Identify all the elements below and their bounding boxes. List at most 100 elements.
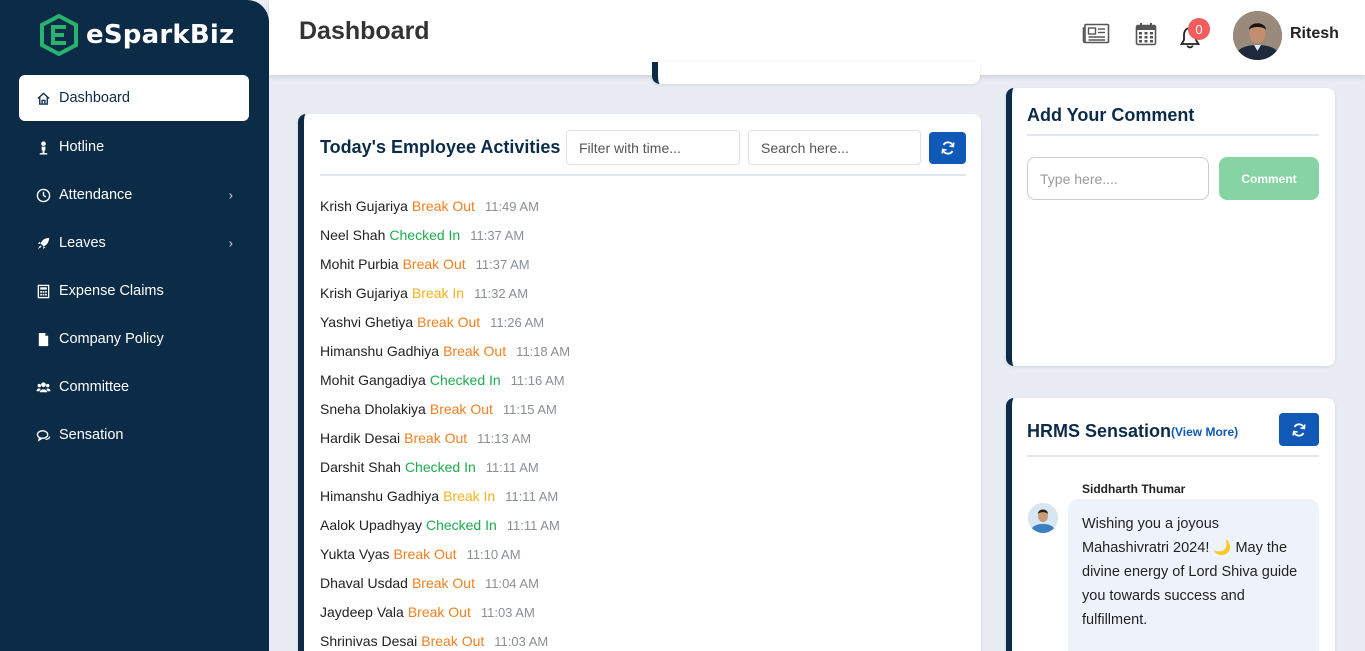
page-title: Dashboard bbox=[299, 17, 430, 45]
activity-row: Sneha Dholakiya Break Out 11:15 AM bbox=[320, 401, 570, 430]
activity-status: Break Out bbox=[429, 401, 493, 417]
activity-time: 11:11 AM bbox=[506, 518, 560, 533]
activity-status: Break Out bbox=[421, 633, 485, 649]
comment-input[interactable] bbox=[1027, 157, 1209, 200]
divider bbox=[320, 174, 966, 176]
activity-time: 11:37 AM bbox=[470, 228, 525, 243]
activity-status: Break Out bbox=[393, 546, 457, 562]
rocket-icon bbox=[35, 235, 51, 251]
comments-icon bbox=[35, 427, 51, 443]
activity-row: Himanshu Gadhiya Break Out 11:18 AM bbox=[320, 343, 570, 372]
sidebar-item-attendance[interactable]: Attendance › bbox=[19, 171, 249, 219]
activity-status: Break Out bbox=[417, 314, 481, 330]
author-avatar bbox=[1028, 503, 1058, 533]
employee-activities-card: Today's Employee Activities Krish Gujari… bbox=[298, 114, 981, 651]
activity-status: Break Out bbox=[411, 575, 475, 591]
activity-time: 11:37 AM bbox=[475, 257, 530, 272]
employee-name: Shrinivas Desai bbox=[320, 633, 418, 649]
refresh-icon bbox=[940, 141, 955, 155]
employee-name: Darshit Shah bbox=[320, 459, 401, 475]
activity-status: Break Out bbox=[411, 198, 475, 214]
activity-row: Yashvi Ghetiya Break Out 11:26 AM bbox=[320, 314, 570, 343]
sidebar-item-label: Hotline bbox=[59, 139, 105, 155]
activity-time: 11:11 AM bbox=[505, 489, 559, 504]
activity-row: Shrinivas Desai Break Out 11:03 AM bbox=[320, 633, 570, 651]
calculator-icon bbox=[35, 283, 51, 299]
activity-time: 11:18 AM bbox=[516, 344, 571, 359]
add-comment-card: Add Your Comment Comment bbox=[1006, 88, 1335, 366]
activity-time: 11:32 AM bbox=[474, 286, 529, 301]
activity-row: Dhaval Usdad Break Out 11:04 AM bbox=[320, 575, 570, 604]
sidebar-item-label: Company Policy bbox=[59, 331, 164, 347]
sidebar-item-sensation[interactable]: Sensation bbox=[19, 411, 249, 459]
activity-status: Break Out bbox=[443, 343, 507, 359]
employee-name: Sneha Dholakiya bbox=[320, 401, 426, 417]
sidebar-item-label: Attendance bbox=[59, 187, 133, 203]
employee-name: Mohit Purbia bbox=[320, 256, 399, 272]
newspaper-icon[interactable] bbox=[1081, 20, 1111, 48]
activity-row: Mohit Gangadiya Checked In 11:16 AM bbox=[320, 372, 570, 401]
notification-badge: 0 bbox=[1188, 18, 1210, 40]
comment-button[interactable]: Comment bbox=[1219, 157, 1319, 200]
activities-refresh-button[interactable] bbox=[929, 132, 966, 164]
user-name[interactable]: Ritesh bbox=[1290, 25, 1339, 43]
divider bbox=[1027, 134, 1319, 136]
employee-name: Himanshu Gadhiya bbox=[320, 488, 440, 504]
post-text: Wishing you a joyous Mahashivratri 2024!… bbox=[1082, 516, 1298, 628]
sidebar-item-label: Expense Claims bbox=[59, 283, 164, 299]
activity-status: Break In bbox=[443, 488, 496, 504]
users-icon bbox=[35, 379, 51, 395]
user-avatar[interactable] bbox=[1233, 11, 1282, 60]
activity-status: Checked In bbox=[429, 372, 501, 388]
activity-status: Checked In bbox=[404, 459, 476, 475]
partial-card bbox=[652, 62, 980, 84]
divider bbox=[1027, 455, 1319, 457]
activity-status: Checked In bbox=[389, 227, 461, 243]
activities-search-input[interactable] bbox=[748, 130, 921, 165]
sidebar-item-company-policy[interactable]: Company Policy bbox=[19, 315, 249, 363]
employee-name: Jaydeep Vala bbox=[320, 604, 404, 620]
activities-list: Krish Gujariya Break Out 11:49 AM Neel Shah… bbox=[320, 198, 570, 651]
sidebar-item-dashboard[interactable]: Dashboard bbox=[19, 75, 249, 121]
brand-name: eSparkBiz bbox=[86, 20, 235, 50]
sensation-refresh-button[interactable] bbox=[1279, 413, 1319, 446]
employee-name: Hardik Desai bbox=[320, 430, 401, 446]
activity-time: 11:49 AM bbox=[484, 199, 539, 214]
activity-row: Darshit Shah Checked In 11:11 AM bbox=[320, 459, 570, 488]
sensation-title: HRMS Sensation bbox=[1027, 421, 1172, 441]
sidebar-nav: Dashboard Hotline Attendance › Leaves › bbox=[19, 75, 249, 459]
activity-row: Hardik Desai Break Out 11:13 AM bbox=[320, 430, 570, 459]
activity-row: Himanshu Gadhiya Break In 11:11 AM bbox=[320, 488, 570, 517]
activity-row: Yukta Vyas Break Out 11:10 AM bbox=[320, 546, 570, 575]
activity-time: 11:03 AM bbox=[494, 634, 549, 649]
comment-title: Add Your Comment bbox=[1027, 105, 1195, 125]
employee-name: Dhaval Usdad bbox=[320, 575, 408, 591]
sidebar: eSparkBiz Dashboard Hotline Attendance › bbox=[0, 0, 269, 651]
employee-name: Krish Gujariya bbox=[320, 198, 408, 214]
sidebar-item-expense-claims[interactable]: Expense Claims bbox=[19, 267, 249, 315]
time-filter-input[interactable] bbox=[566, 130, 740, 165]
employee-name: Yashvi Ghetiya bbox=[320, 314, 414, 330]
sidebar-item-hotline[interactable]: Hotline bbox=[19, 123, 249, 171]
activity-status: Break Out bbox=[402, 256, 466, 272]
clock-icon bbox=[35, 187, 51, 203]
calendar-icon[interactable] bbox=[1131, 20, 1161, 48]
activity-time: 11:26 AM bbox=[490, 315, 545, 330]
sidebar-item-committee[interactable]: Committee bbox=[19, 363, 249, 411]
home-icon bbox=[35, 90, 51, 106]
activity-time: 11:11 AM bbox=[485, 460, 539, 475]
sidebar-item-label: Sensation bbox=[59, 427, 124, 443]
activity-row: Jaydeep Vala Break Out 11:03 AM bbox=[320, 604, 570, 633]
activity-status: Break In bbox=[411, 285, 465, 301]
activity-time: 11:13 AM bbox=[477, 431, 532, 446]
file-icon bbox=[35, 331, 51, 347]
brand-logo[interactable]: eSparkBiz bbox=[40, 14, 234, 56]
activity-time: 11:03 AM bbox=[480, 605, 535, 620]
view-more-link[interactable]: (View More) bbox=[1171, 425, 1238, 439]
employee-name: Aalok Upadhyay bbox=[320, 517, 422, 533]
refresh-icon bbox=[1292, 422, 1306, 437]
sidebar-item-leaves[interactable]: Leaves › bbox=[19, 219, 249, 267]
activity-row: Mohit Purbia Break Out 11:37 AM bbox=[320, 256, 570, 285]
sidebar-item-label: Dashboard bbox=[59, 90, 130, 106]
activity-row: Aalok Upadhyay Checked In 11:11 AM bbox=[320, 517, 570, 546]
